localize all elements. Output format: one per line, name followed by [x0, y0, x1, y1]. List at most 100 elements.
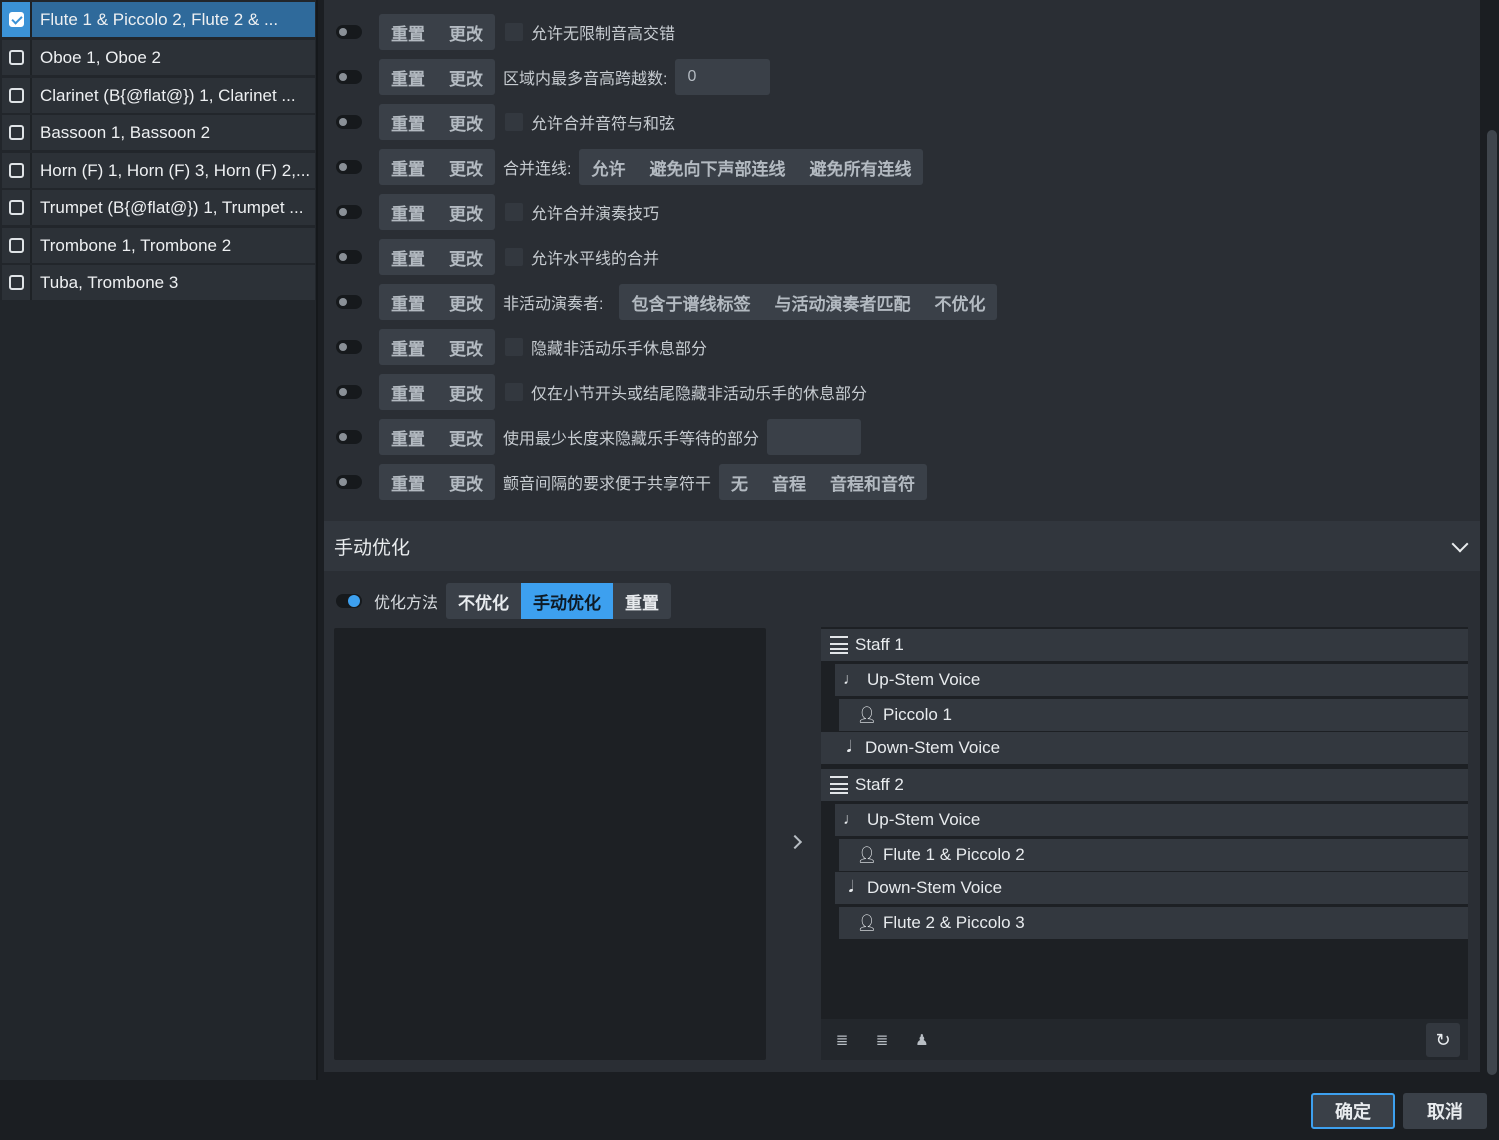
- checkbox[interactable]: [505, 113, 523, 131]
- change-button[interactable]: 更改: [437, 329, 495, 365]
- override-toggle[interactable]: [336, 70, 362, 84]
- add-staff-icon[interactable]: ≣: [833, 1031, 851, 1049]
- reset-button[interactable]: 重置: [379, 464, 437, 500]
- checkbox[interactable]: [2, 115, 32, 150]
- reset-button[interactable]: 重置: [379, 239, 437, 275]
- reset-button[interactable]: 重置: [379, 194, 437, 230]
- reset-button[interactable]: 重置: [379, 284, 437, 320]
- override-toggle[interactable]: [336, 295, 362, 309]
- list-item[interactable]: Trumpet (B{@flat@}) 1, Trumpet ...: [2, 190, 315, 225]
- override-toggle[interactable]: [336, 115, 362, 129]
- override-toggle[interactable]: [336, 25, 362, 39]
- list-item[interactable]: Trombone 1, Trombone 2: [2, 228, 315, 263]
- reset-button[interactable]: 重置: [379, 374, 437, 410]
- manual-condensing-header[interactable]: 手动优化: [324, 521, 1480, 571]
- tree-player-row[interactable]: 👤︎ Piccolo 1: [839, 699, 1468, 731]
- checkbox[interactable]: [505, 23, 523, 41]
- checkbox[interactable]: [2, 190, 32, 225]
- unassigned-players-list[interactable]: [334, 628, 766, 1060]
- override-toggle[interactable]: [336, 430, 362, 444]
- option-avoid-all-ties[interactable]: 避免所有连线: [797, 149, 923, 185]
- method-options: 不优化 手动优化 重置: [446, 583, 672, 619]
- tree-player-row[interactable]: 👤︎ Flute 2 & Piccolo 3: [839, 907, 1468, 939]
- checkbox[interactable]: [2, 78, 32, 113]
- reset-change-group: 重置 更改: [379, 149, 495, 185]
- tree-voice-row[interactable]: 𝅘𝅥 Down-Stem Voice: [835, 872, 1468, 904]
- add-player-icon[interactable]: ♟: [913, 1031, 931, 1049]
- override-toggle[interactable]: [336, 340, 362, 354]
- override-toggle[interactable]: [336, 385, 362, 399]
- option-no-condense[interactable]: 不优化: [446, 583, 521, 619]
- override-toggle[interactable]: [336, 250, 362, 264]
- override-toggle[interactable]: [336, 205, 362, 219]
- checkbox[interactable]: [2, 228, 32, 263]
- change-button[interactable]: 更改: [437, 284, 495, 320]
- option-manual-condense[interactable]: 手动优化: [521, 583, 614, 619]
- condensing-method-row: 优化方法 不优化 手动优化 重置: [336, 583, 672, 619]
- tree-voice-row[interactable]: ♩ Up-Stem Voice: [835, 804, 1468, 836]
- cancel-button[interactable]: 取消: [1403, 1093, 1487, 1129]
- max-pitch-crossings-input[interactable]: 0: [675, 59, 771, 95]
- chevron-down-icon[interactable]: [1451, 535, 1469, 553]
- reset-button[interactable]: 重置: [379, 149, 437, 185]
- change-button[interactable]: 更改: [437, 14, 495, 50]
- reset-change-group: 重置 更改: [379, 59, 495, 95]
- tree-staff-row[interactable]: Staff 2: [821, 769, 1468, 801]
- option-reset[interactable]: 重置: [613, 583, 671, 619]
- list-item[interactable]: Flute 1 & Piccolo 2, Flute 2 & ...: [2, 2, 315, 37]
- list-item[interactable]: Clarinet (B{@flat@}) 1, Clarinet ...: [2, 78, 315, 113]
- option-allow[interactable]: 允许: [579, 149, 637, 185]
- option-match-active-player[interactable]: 与活动演奏者匹配: [762, 284, 922, 320]
- checkbox[interactable]: [505, 203, 523, 221]
- list-item-label: Flute 1 & Piccolo 2, Flute 2 & ...: [40, 9, 279, 29]
- ok-button[interactable]: 确定: [1311, 1093, 1395, 1129]
- tree-player-row[interactable]: 👤︎ Flute 1 & Piccolo 2: [839, 839, 1468, 871]
- reset-change-group: 重置 更改: [379, 104, 495, 140]
- checkbox[interactable]: [2, 40, 32, 75]
- tree-voice-row[interactable]: ♩ Up-Stem Voice: [835, 664, 1468, 696]
- reset-button[interactable]: 重置: [379, 419, 437, 455]
- override-toggle[interactable]: [336, 475, 362, 489]
- scrollbar-thumb[interactable]: [1487, 130, 1497, 1075]
- option-none[interactable]: 无: [719, 464, 760, 500]
- change-button[interactable]: 更改: [437, 419, 495, 455]
- change-button[interactable]: 更改: [437, 104, 495, 140]
- list-item[interactable]: Tuba, Trombone 3: [2, 265, 315, 300]
- list-item[interactable]: Bassoon 1, Bassoon 2: [2, 115, 315, 150]
- change-button[interactable]: 更改: [437, 374, 495, 410]
- tree-staff-row[interactable]: Staff 1: [821, 629, 1468, 661]
- checkbox[interactable]: [2, 265, 32, 300]
- checkbox[interactable]: [505, 338, 523, 356]
- staff-icon: [829, 635, 849, 655]
- option-label: 非活动演奏者:: [503, 296, 604, 313]
- list-item[interactable]: Oboe 1, Oboe 2: [2, 40, 315, 75]
- reset-button[interactable]: 重置: [379, 104, 437, 140]
- change-button[interactable]: 更改: [437, 149, 495, 185]
- change-button[interactable]: 更改: [437, 59, 495, 95]
- reset-button[interactable]: 重置: [379, 14, 437, 50]
- option-interval[interactable]: 音程: [760, 464, 818, 500]
- change-button[interactable]: 更改: [437, 464, 495, 500]
- option-avoid-lower-voice-ties[interactable]: 避免向下声部连线: [637, 149, 797, 185]
- min-length-input[interactable]: [767, 419, 862, 455]
- reset-tree-button[interactable]: ↻: [1426, 1023, 1460, 1057]
- checkbox[interactable]: [505, 248, 523, 266]
- tree-voice-row[interactable]: 𝅘𝅥 Down-Stem Voice: [821, 732, 1468, 764]
- scrollbar[interactable]: [1484, 0, 1499, 1080]
- override-toggle[interactable]: [336, 594, 362, 608]
- change-button[interactable]: 更改: [437, 194, 495, 230]
- option-interval-and-note[interactable]: 音程和音符: [818, 464, 927, 500]
- override-toggle[interactable]: [336, 160, 362, 174]
- reset-button[interactable]: 重置: [379, 59, 437, 95]
- option-include-in-staff-label[interactable]: 包含于谱线标签: [619, 284, 762, 320]
- chevron-right-icon[interactable]: [787, 834, 803, 850]
- list-item[interactable]: Horn (F) 1, Horn (F) 3, Horn (F) 2,...: [2, 153, 315, 188]
- checkbox[interactable]: [2, 153, 32, 188]
- reset-button[interactable]: 重置: [379, 329, 437, 365]
- checkbox[interactable]: [2, 2, 32, 37]
- checkbox[interactable]: [505, 383, 523, 401]
- add-voice-icon[interactable]: ≣: [873, 1031, 891, 1049]
- change-button[interactable]: 更改: [437, 239, 495, 275]
- option-no-condense[interactable]: 不优化: [922, 284, 997, 320]
- option-label: 允许合并音符与和弦: [531, 116, 676, 133]
